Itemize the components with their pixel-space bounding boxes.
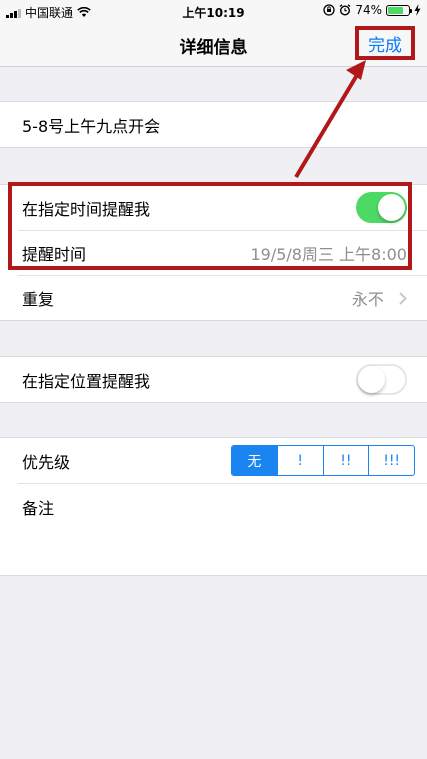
remind-at-location-row: 在指定位置提醒我 [0,357,427,402]
repeat-value-group: 永不 [352,286,407,310]
remind-at-time-toggle[interactable] [356,192,407,223]
battery-percent: 74% [355,3,382,17]
battery-icon [386,4,412,16]
alarm-row[interactable]: 提醒时间 19/5/8周三 上午8:00 [0,230,427,275]
charging-bolt-icon [414,4,421,16]
remind-at-time-row: 在指定时间提醒我 [0,185,427,230]
alarm-label: 提醒时间 [22,244,87,264]
done-button[interactable]: 完成 [355,26,415,60]
remind-at-location-label: 在指定位置提醒我 [22,371,151,391]
title-group: 5-8号上午九点开会 [0,101,427,148]
status-right: 74% [323,3,421,17]
reminder-title-text: 5-8号上午九点开会 [22,116,161,136]
priority-option-medium[interactable]: !! [322,446,369,475]
notes-field[interactable]: 备注 [0,483,427,575]
toggle-knob [358,366,385,393]
alarm-icon [339,4,351,16]
priority-option-high[interactable]: !!! [368,446,414,475]
priority-option-none[interactable]: 无 [232,446,277,475]
battery-fill [388,6,403,14]
priority-option-low[interactable]: ! [276,446,323,475]
remind-at-location-toggle[interactable] [356,364,407,395]
location-group: 在指定位置提醒我 [0,356,427,403]
status-bar: 中国联通 上午10:19 74% [0,0,427,22]
remind-at-time-label: 在指定时间提醒我 [22,199,151,219]
repeat-row[interactable]: 重复 永不 [0,275,427,320]
priority-segmented-control: 无 ! !! !!! [231,445,415,476]
notes-label: 备注 [22,499,55,518]
alarm-value: 19/5/8周三 上午8:00 [250,244,407,264]
repeat-value: 永不 [351,289,384,309]
reminder-title-field[interactable]: 5-8号上午九点开会 [0,102,427,147]
rotation-lock-icon [323,4,335,16]
chevron-right-icon [399,290,407,309]
repeat-label: 重复 [22,289,55,309]
navigation-bar: 详细信息 完成 [0,22,427,67]
toggle-knob [378,194,405,221]
priority-group: 优先级 无 ! !! !!! 备注 [0,437,427,576]
time-group: 在指定时间提醒我 提醒时间 19/5/8周三 上午8:00 重复 永不 [0,184,427,321]
priority-label: 优先级 [22,452,71,472]
priority-row: 优先级 无 ! !! !!! [0,438,427,483]
